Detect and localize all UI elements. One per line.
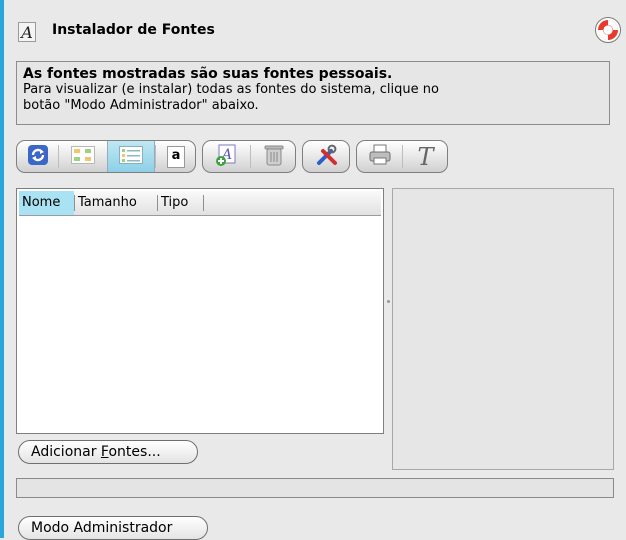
admin-mode-label: Modo Administrador [31, 520, 173, 536]
add-fonts-button[interactable]: Adicionar Fontes... [18, 440, 198, 464]
tools-icon [315, 143, 339, 171]
text-preview-glyph: a [171, 147, 181, 163]
help-lifebuoy-icon[interactable] [594, 16, 622, 44]
font-editor-button[interactable]: T [404, 141, 447, 172]
icon-view-icon [71, 145, 95, 168]
output-button-group: T [356, 140, 448, 173]
add-font-button[interactable]: A [205, 141, 249, 172]
admin-mode-button[interactable]: Modo Administrador [18, 516, 208, 540]
font-editor-icon: T [417, 142, 433, 172]
column-type[interactable]: Tipo [158, 191, 203, 215]
refresh-icon [27, 144, 49, 170]
delete-button[interactable] [252, 141, 295, 172]
window-title: Instalador de Fontes [52, 22, 215, 38]
configure-button-group [302, 140, 350, 173]
font-list-header: Nome Tamanho Tipo [19, 191, 381, 216]
font-preview-panel [392, 188, 614, 470]
panel-splitter-handle[interactable] [387, 300, 390, 303]
svg-text:A: A [19, 23, 33, 42]
column-size[interactable]: Tamanho [75, 191, 158, 215]
manage-button-group: A [202, 140, 296, 173]
info-heading: As fontes mostradas são suas fontes pess… [23, 66, 393, 82]
list-view-icon [119, 145, 143, 168]
info-text-line-1: Para visualizar (e instalar) todas as fo… [23, 82, 439, 97]
add-fonts-label-pre: Adicionar [31, 444, 101, 460]
text-preview-button[interactable]: a [157, 141, 195, 172]
add-fonts-label-post: ontes... [108, 444, 161, 460]
printer-icon [368, 144, 392, 170]
font-installer-icon: A [18, 22, 36, 42]
header: A Instalador de Fontes [14, 14, 622, 48]
progress-bar [16, 478, 614, 498]
info-box: As fontes mostradas são suas fontes pess… [16, 61, 610, 125]
trash-icon [264, 144, 284, 170]
window-edge-accent [0, 0, 4, 538]
text-preview-icon: a [167, 145, 185, 168]
info-text-line-2: botão "Modo Administrador" abaixo. [23, 98, 259, 113]
font-list[interactable]: Nome Tamanho Tipo [16, 188, 384, 434]
add-font-icon: A [215, 143, 239, 171]
configure-button[interactable] [305, 141, 349, 172]
refresh-button[interactable] [19, 141, 57, 172]
list-view-button[interactable] [107, 141, 155, 172]
column-name[interactable]: Nome [19, 191, 74, 215]
print-button[interactable] [359, 141, 401, 172]
font-editor-glyph: T [417, 142, 434, 171]
view-button-group: a [16, 140, 196, 173]
icon-view-button[interactable] [61, 141, 105, 172]
